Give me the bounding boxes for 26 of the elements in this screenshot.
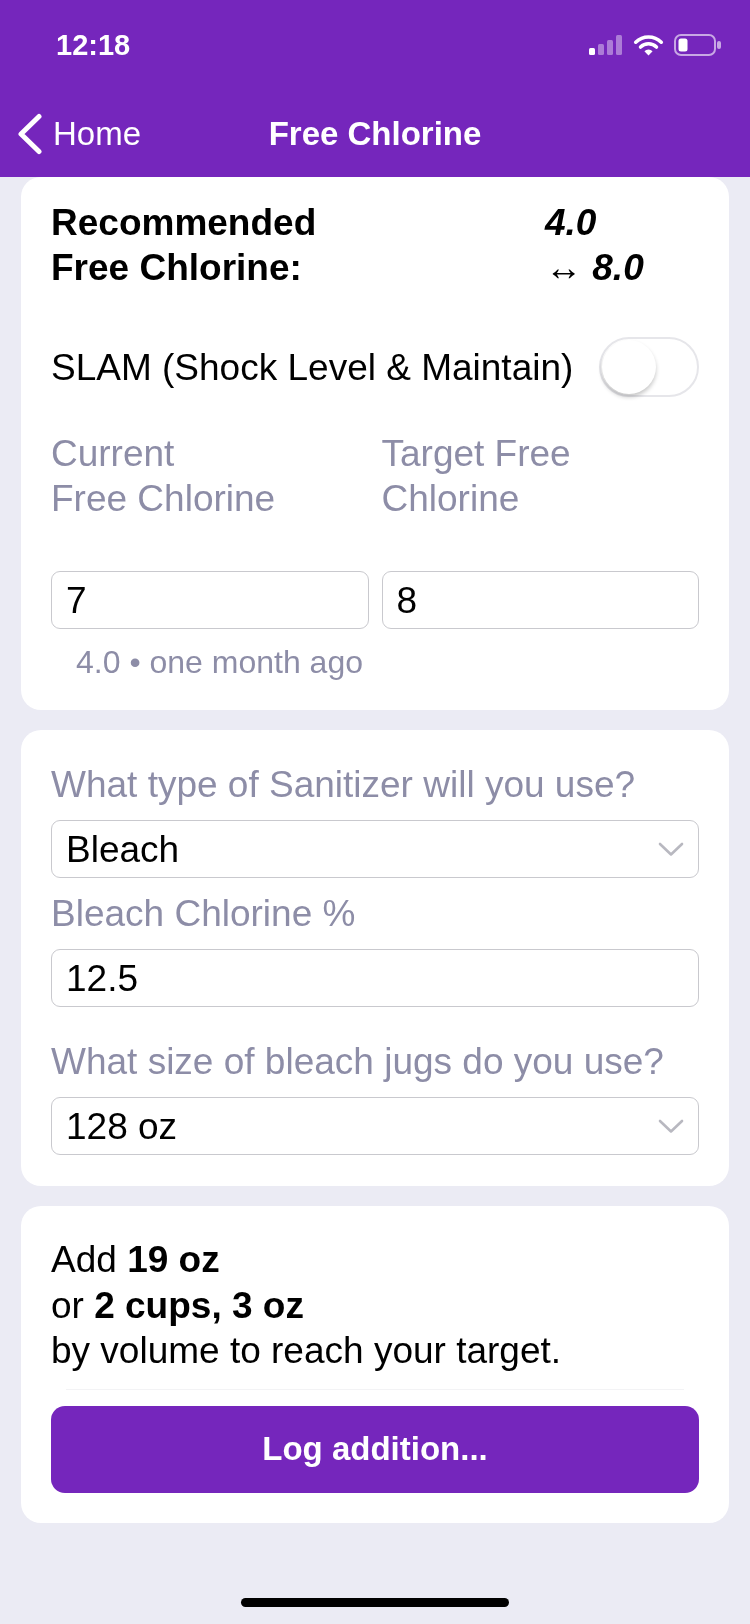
back-button[interactable]: Home: [17, 112, 142, 155]
chevron-down-icon: [658, 1118, 684, 1134]
field-label: What type of Sanitizer will you use?: [51, 763, 636, 807]
result-text: Add 19 oz or 2 cups, 3 oz by volume to reach your target.: [51, 1238, 562, 1373]
select-field[interactable]: 128 oz: [51, 1097, 699, 1155]
input-field[interactable]: 8: [381, 571, 699, 629]
field-label: Target Free Chlorine: [381, 432, 571, 521]
status-time: 12:18: [56, 28, 131, 62]
select-field[interactable]: Bleach: [51, 820, 699, 878]
battery-icon: [674, 34, 721, 56]
slam-label: SLAM (Shock Level & Maintain): [51, 345, 574, 390]
wifi-icon: [633, 34, 664, 56]
input-field[interactable]: 12.5: [51, 949, 699, 1007]
field-label: What size of bleach jugs do you use?: [51, 1040, 664, 1084]
chevron-down-icon: [658, 841, 684, 857]
log-addition-button[interactable]: Log addition...: [51, 1405, 699, 1493]
input-field[interactable]: 7: [51, 571, 369, 629]
screen-title: Free Chlorine: [268, 113, 482, 154]
field-label: Current Free Chlorine: [51, 432, 276, 521]
chevron-left-icon: [17, 112, 43, 155]
slam-toggle[interactable]: [599, 337, 699, 397]
last-reading-hint: 4.0 • one month ago: [76, 643, 363, 681]
recommended-range: 4.0 ↔ 8.0: [545, 201, 644, 290]
signal-icon: [589, 35, 623, 55]
field-label: Bleach Chlorine %: [51, 892, 356, 936]
recommended-label: Recommended Free Chlorine:: [51, 201, 317, 290]
